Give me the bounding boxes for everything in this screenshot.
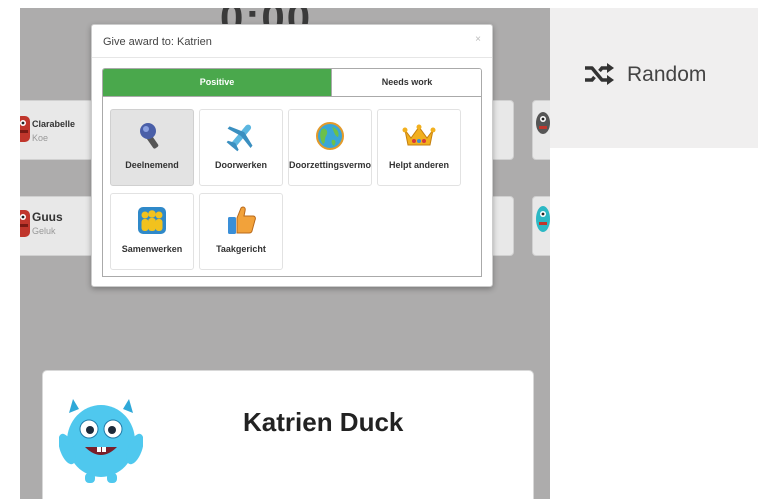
award-taakgericht[interactable]: Taakgericht xyxy=(199,193,283,270)
divider xyxy=(92,57,492,58)
thumbs-up-icon xyxy=(228,206,256,234)
award-tabs: Positive Needs work xyxy=(102,68,482,97)
grey-monster-avatar xyxy=(536,112,550,134)
red-monster-avatar xyxy=(20,116,30,142)
teal-monster-avatar xyxy=(536,206,550,232)
crown-icon xyxy=(402,124,436,146)
student-subtitle: Geluk xyxy=(32,226,56,236)
blue-monster-avatar xyxy=(59,399,143,483)
selected-student-card: Katrien Duck xyxy=(42,370,534,499)
award-dialog: Give award to: Katrien × Positive Needs … xyxy=(91,24,493,287)
team-icon xyxy=(138,207,166,234)
shuffle-icon xyxy=(585,63,614,85)
student-card-partial[interactable] xyxy=(532,196,550,256)
globe-icon xyxy=(316,122,344,150)
app: 0:00 Clarabelle Koe Guus Geluk xyxy=(0,0,758,499)
award-label: Doorzettingsvermo xyxy=(289,160,371,170)
random-label: Random xyxy=(627,63,707,86)
award-label: Taakgericht xyxy=(216,244,266,254)
award-samenwerken[interactable]: Samenwerken xyxy=(110,193,194,270)
airplane-icon xyxy=(226,124,253,152)
award-deelnemend[interactable]: Deelnemend xyxy=(110,109,194,186)
student-card-clarabelle[interactable]: Clarabelle Koe xyxy=(20,100,94,160)
student-name: Guus xyxy=(32,210,63,224)
tab-needs-work[interactable]: Needs work xyxy=(331,69,481,96)
dialog-title: Give award to: Katrien xyxy=(103,36,212,48)
award-label: Doorwerken xyxy=(214,160,267,170)
award-helpt-anderen[interactable]: Helpt anderen xyxy=(377,109,461,186)
microphone-icon xyxy=(140,123,159,149)
award-doorzettingsvermogen[interactable]: Doorzettingsvermo xyxy=(288,109,372,186)
random-button[interactable]: Random xyxy=(550,8,758,148)
student-card-partial[interactable] xyxy=(532,100,550,160)
student-card-guus[interactable]: Guus Geluk xyxy=(20,196,94,256)
selected-student-name: Katrien Duck xyxy=(243,407,404,437)
award-label: Deelnemend xyxy=(125,160,179,170)
tab-positive[interactable]: Positive xyxy=(103,69,331,96)
awards-panel: Deelnemend Doorwerken Doorzettingsvermo … xyxy=(102,96,482,277)
award-doorwerken[interactable]: Doorwerken xyxy=(199,109,283,186)
close-icon[interactable]: × xyxy=(475,34,481,45)
student-name: Clarabelle xyxy=(32,119,76,129)
student-subtitle: Koe xyxy=(32,133,49,143)
red-monster-avatar xyxy=(20,210,30,237)
award-label: Samenwerken xyxy=(121,244,183,254)
award-label: Helpt anderen xyxy=(388,160,449,170)
